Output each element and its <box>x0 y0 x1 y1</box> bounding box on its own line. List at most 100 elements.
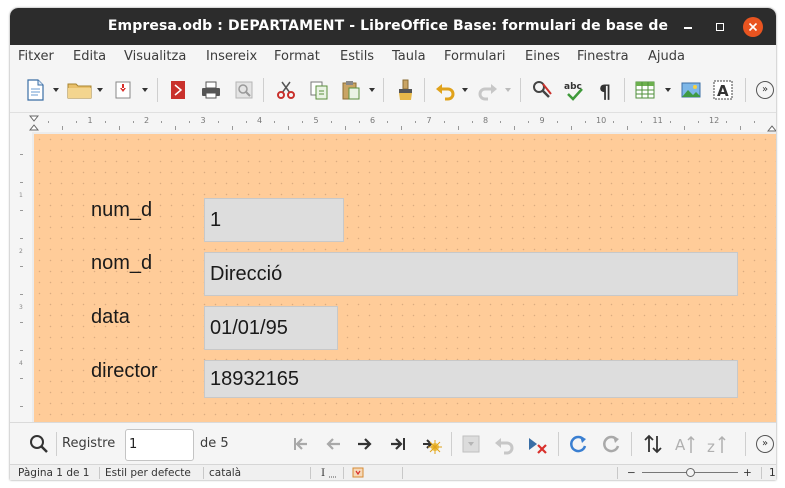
zoom-in-button[interactable]: + <box>743 466 752 480</box>
formatting-marks-button[interactable]: ¶ <box>595 79 617 103</box>
vertical-ruler[interactable]: 1 2 3 4 <box>10 132 32 422</box>
menu-formulari[interactable]: Formulari <box>444 45 506 69</box>
insert-table-dropdown-arrow[interactable] <box>665 88 671 92</box>
ruler-tick <box>76 121 78 123</box>
zoom-percentage[interactable]: 1 <box>769 466 776 480</box>
vertical-ruler-tick <box>20 154 23 155</box>
undo-record-icon <box>495 438 514 455</box>
redo-button[interactable] <box>477 79 499 101</box>
svg-text:z: z <box>707 438 715 455</box>
print-preview-button[interactable] <box>233 79 255 101</box>
status-style[interactable]: Estil per defecte <box>105 466 191 480</box>
zoom-out-button[interactable]: − <box>627 466 636 480</box>
horizontal-ruler[interactable]: 1 2 3 4 5 6 7 8 9 10 11 12 <box>10 112 776 132</box>
document-modified-icon[interactable] <box>352 467 364 478</box>
open-button[interactable] <box>67 79 93 101</box>
menu-insereix[interactable]: Insereix <box>206 45 257 69</box>
insert-table-button[interactable] <box>634 79 656 101</box>
menu-edita[interactable]: Edita <box>73 45 106 69</box>
menu-finestra[interactable]: Finestra <box>577 45 629 69</box>
ruler-indent-icon[interactable] <box>29 115 39 131</box>
clone-formatting-button[interactable] <box>394 79 416 101</box>
status-page[interactable]: Pàgina 1 de 1 <box>18 466 89 480</box>
previous-record-button[interactable] <box>323 433 345 455</box>
sort-descending-button[interactable]: z <box>706 433 728 456</box>
close-button[interactable] <box>743 17 763 37</box>
insert-image-button[interactable] <box>680 79 702 101</box>
insert-table-icon <box>635 81 655 99</box>
undo-dropdown-arrow[interactable] <box>462 88 468 92</box>
paste-button[interactable] <box>340 79 362 101</box>
clone-formatting-icon <box>399 79 412 100</box>
vertical-ruler-tick <box>20 266 23 267</box>
next-record-icon <box>358 438 372 450</box>
status-insert-mode[interactable]: I <box>321 466 325 480</box>
maximize-button[interactable] <box>710 17 730 37</box>
open-folder-icon <box>67 83 92 99</box>
ruler-number: 10 <box>596 116 607 125</box>
save-button[interactable] <box>112 79 134 101</box>
sort-descending-icon: z <box>707 435 726 456</box>
next-record-button[interactable] <box>354 433 376 455</box>
redo-dropdown-arrow[interactable] <box>505 88 511 92</box>
ruler-tick <box>754 121 756 123</box>
copy-button[interactable] <box>308 79 330 101</box>
menu-fitxer[interactable]: Fitxer <box>18 45 54 69</box>
export-pdf-button[interactable] <box>167 79 189 101</box>
ruler-tick <box>401 126 403 130</box>
menu-estils[interactable]: Estils <box>340 45 374 69</box>
navbar-more-icon[interactable]: » <box>756 435 774 453</box>
find-record-button[interactable] <box>28 433 50 455</box>
field-input-data[interactable]: 01/01/95 <box>204 306 338 350</box>
save-record-button[interactable] <box>460 433 482 455</box>
undo-button[interactable] <box>434 79 456 101</box>
save-dropdown-arrow[interactable] <box>142 88 148 92</box>
zoom-slider-thumb[interactable] <box>686 468 695 477</box>
menu-taula[interactable]: Taula <box>392 45 426 69</box>
cut-icon <box>277 81 295 99</box>
paste-icon <box>342 81 360 100</box>
menu-ajuda[interactable]: Ajuda <box>648 45 685 69</box>
field-input-num-d[interactable]: 1 <box>204 198 344 242</box>
ruler-tick <box>358 121 360 123</box>
status-separator <box>761 467 762 479</box>
cut-button[interactable] <box>275 79 297 101</box>
sort-ascending-button[interactable]: A <box>674 433 696 455</box>
first-record-button[interactable] <box>290 433 312 455</box>
insert-text-box-icon: A <box>713 80 733 100</box>
find-replace-button[interactable] <box>531 79 553 101</box>
ruler-tick <box>627 126 629 130</box>
field-label-data: data <box>91 306 130 328</box>
undo-record-button[interactable] <box>493 433 515 455</box>
ruler-right-indent-icon[interactable] <box>767 125 776 132</box>
paste-dropdown-arrow[interactable] <box>369 88 375 92</box>
spellcheck-button[interactable]: abc <box>563 79 585 101</box>
delete-record-button[interactable] <box>526 433 548 455</box>
new-document-button[interactable] <box>24 79 46 101</box>
ruler-tick <box>302 121 304 123</box>
ruler-number: 8 <box>483 116 489 125</box>
find-replace-icon <box>533 81 552 98</box>
field-input-nom-d[interactable]: Direcció <box>204 252 738 296</box>
refresh-button[interactable] <box>567 433 589 455</box>
minimize-button[interactable] <box>678 17 698 37</box>
ruler-tick <box>231 126 233 130</box>
open-dropdown-arrow[interactable] <box>97 88 103 92</box>
sort-button[interactable] <box>642 433 664 455</box>
record-number-input[interactable]: 1 <box>125 429 194 461</box>
status-language[interactable]: català <box>209 466 241 480</box>
menu-visualitza[interactable]: Visualitza <box>124 45 186 69</box>
insert-text-box-button[interactable]: A <box>712 79 734 101</box>
menu-eines[interactable]: Eines <box>525 45 560 69</box>
minimize-icon <box>684 27 692 29</box>
more-options-icon[interactable]: » <box>756 81 774 99</box>
close-icon <box>748 22 758 32</box>
menu-format[interactable]: Format <box>274 45 320 69</box>
last-record-button[interactable] <box>387 433 409 455</box>
print-button[interactable] <box>200 79 222 101</box>
field-input-director[interactable]: 18932165 <box>204 360 738 398</box>
new-record-button[interactable] <box>420 433 442 455</box>
form-page[interactable]: num_d 1 nom_d Direcció data 01/01/95 dir… <box>34 134 776 422</box>
refresh-control-button[interactable] <box>600 433 622 455</box>
new-dropdown-arrow[interactable] <box>53 88 59 92</box>
